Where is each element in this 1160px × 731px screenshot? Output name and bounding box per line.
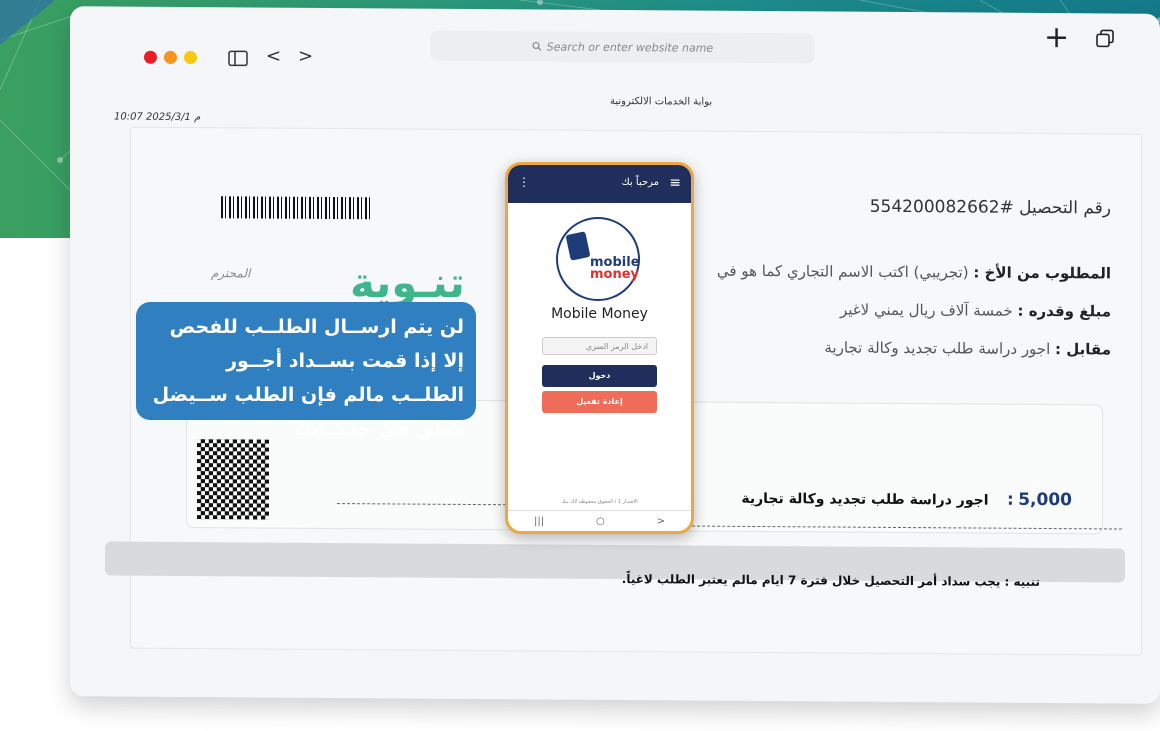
site-title: بوابة الخدمات الالكترونية <box>610 95 713 108</box>
recent-apps-icon[interactable]: ||| <box>534 516 544 527</box>
notice-box: لن يتم ارســال الطلــب للفحص إلا إذا قمت… <box>136 302 476 440</box>
more-icon[interactable]: ⋮ <box>518 175 530 189</box>
phone-welcome: مرحباً بك <box>621 177 659 188</box>
mobile-money-logo: mobile money <box>556 217 640 301</box>
purpose-value: اجور دراسة طلب تجديد وكالة تجارية <box>824 338 1051 359</box>
notice-title: تنـوية <box>350 258 465 307</box>
phone-mockup: ≡ مرحباً بك ⋮ mobile money Mobile Money ا… <box>505 162 694 534</box>
payment-warning: تنبيه : يجب سداد أمر التحصيل خلال فترة 7… <box>621 572 1040 589</box>
timestamp: 10:07 2025/3/1 م <box>114 111 201 124</box>
purpose-label: مقابل : <box>1055 340 1111 359</box>
app-name: Mobile Money <box>551 306 648 322</box>
purpose-line: مقابل : اجور دراسة طلب تجديد وكالة تجاري… <box>824 338 1111 358</box>
requested-label: المطلوب من الأخ : <box>973 263 1111 283</box>
amount-label: مبلغ وقدره : <box>1017 301 1111 321</box>
barcode <box>221 196 371 220</box>
sidebar-icon[interactable] <box>228 50 248 67</box>
requested-value: (تجريبي) اكتب الاسم التجاري كما هو في <box>716 261 969 282</box>
respected-label: المحترم <box>211 266 251 281</box>
receipt-number: رقم التحصيل #554200082662 <box>869 196 1111 219</box>
home-icon[interactable]: ○ <box>596 516 605 527</box>
amount-separator: : <box>1006 489 1014 510</box>
search-input[interactable]: Search or enter website name <box>430 30 815 64</box>
amount-row: 5,000 : اجور دراسة طلب تجديد وكالة تجاري… <box>741 488 1072 510</box>
amount-number: 5,000 <box>1018 489 1072 511</box>
browser-toolbar: < > Search or enter website name + <box>70 6 1160 90</box>
amount-description: اجور دراسة طلب تجديد وكالة تجارية <box>741 490 989 509</box>
login-button[interactable]: دخول <box>542 365 657 387</box>
pin-input[interactable]: ادخل الرمز السري <box>542 337 657 355</box>
plus-icon[interactable]: + <box>1044 20 1069 55</box>
back-icon[interactable]: < <box>266 46 281 67</box>
amount-value: خمسة آلاف ريال يمني لاغير <box>840 300 1013 320</box>
tabs-icon[interactable] <box>1096 29 1114 48</box>
reactivate-button[interactable]: إعادة تفعيل <box>542 391 657 413</box>
requested-from-line: المطلوب من الأخ : (تجريبي) اكتب الاسم ال… <box>717 262 1111 283</box>
amount-line: مبلغ وقدره : خمسة آلاف ريال يمني لاغير <box>840 301 1111 321</box>
phone-footer: الاصدار 1 / الحقوق محفوظة لاك بنك <box>561 499 638 505</box>
amount-underline <box>677 525 1122 530</box>
phone-header: ≡ مرحباً بك ⋮ <box>508 165 691 203</box>
back-nav-icon[interactable]: > <box>657 516 665 527</box>
forward-icon[interactable]: > <box>298 46 313 67</box>
search-icon <box>532 41 542 51</box>
close-window-dot[interactable] <box>144 50 157 64</box>
qr-code <box>197 439 269 520</box>
search-placeholder: Search or enter website name <box>546 40 714 55</box>
maximize-window-dot[interactable] <box>184 50 197 65</box>
phone-nav-bar: ||| ○ > <box>508 510 691 531</box>
menu-icon[interactable]: ≡ <box>669 175 681 191</box>
minimize-window-dot[interactable] <box>164 50 177 64</box>
